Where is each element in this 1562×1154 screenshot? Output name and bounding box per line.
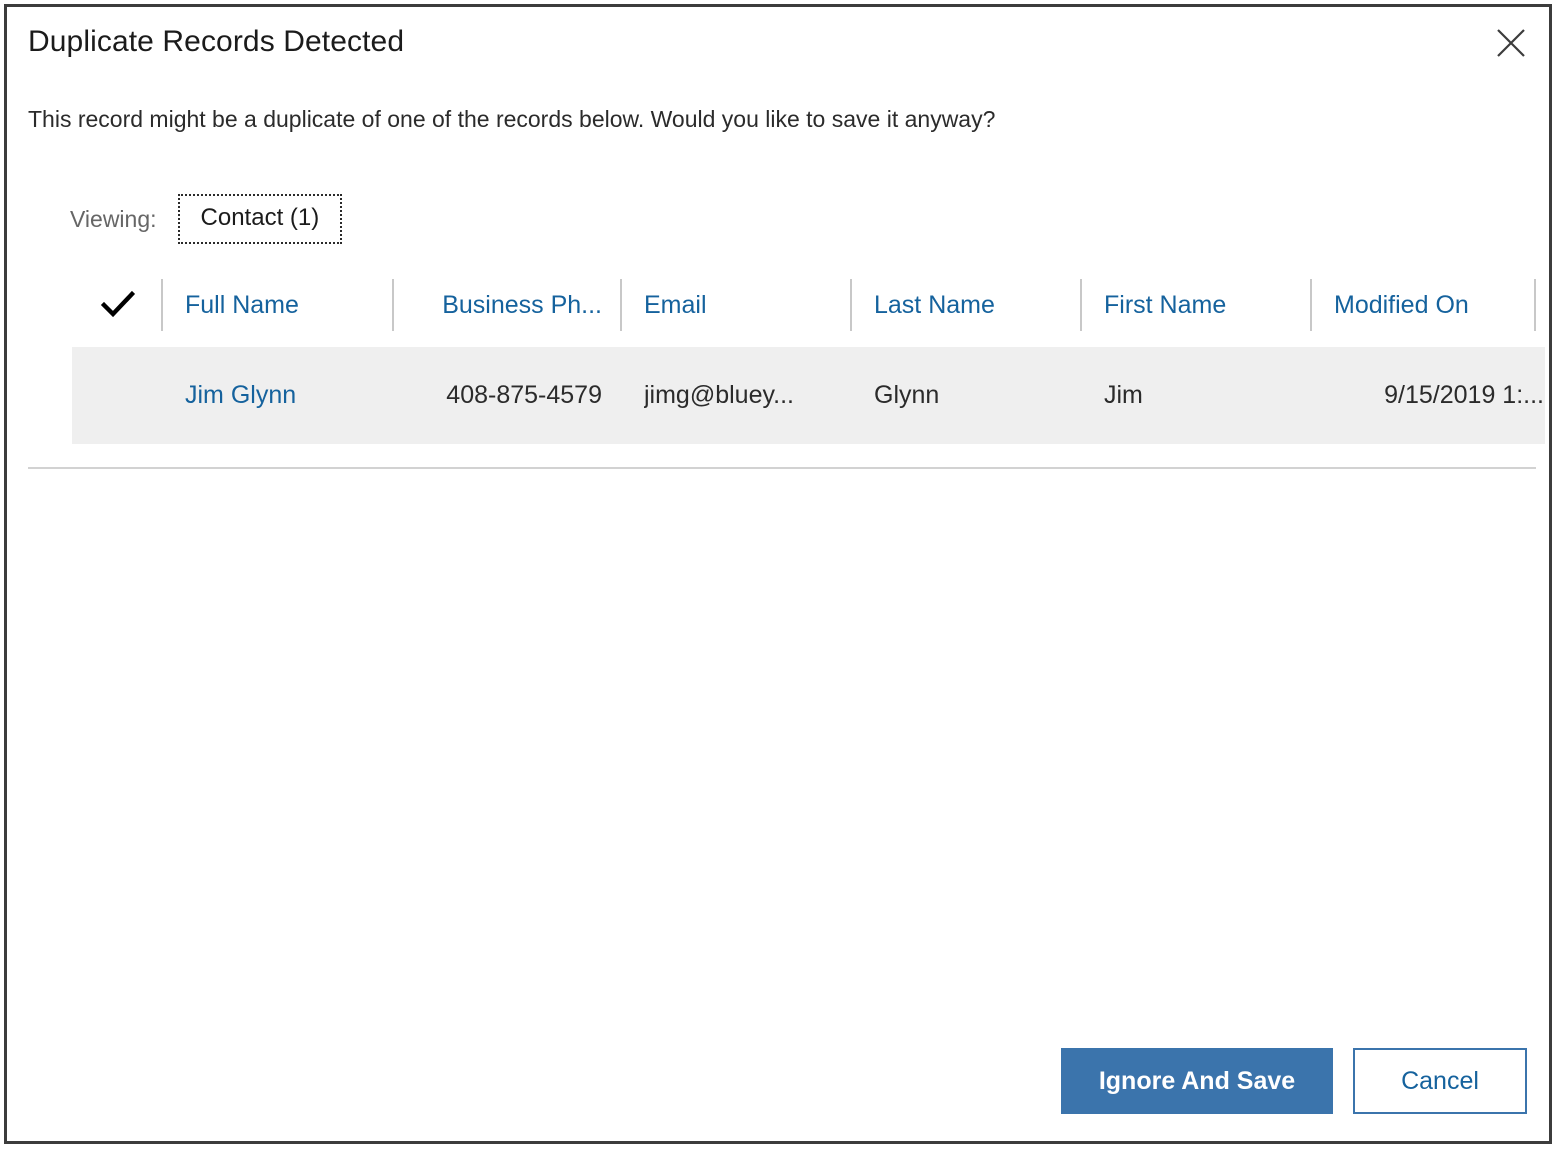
column-header-modified-on[interactable]: Modified On xyxy=(1334,271,1534,339)
tab-contact[interactable]: Contact (1) xyxy=(177,194,343,244)
cell-modified-on: 9/15/2019 1:... xyxy=(1384,381,1544,409)
column-header-business-phone[interactable]: Business Ph... xyxy=(412,271,602,339)
duplicate-records-dialog: Duplicate Records Detected This record m… xyxy=(4,4,1552,1144)
column-header-email[interactable]: Email xyxy=(644,271,844,339)
dialog-description: This record might be a duplicate of one … xyxy=(28,106,996,132)
cell-full-name[interactable]: Jim Glynn xyxy=(185,347,385,444)
cell-business-phone: 408-875-4579 xyxy=(446,381,602,409)
grid-bottom-divider xyxy=(28,467,1536,469)
dialog-title: Duplicate Records Detected xyxy=(28,25,405,58)
column-divider xyxy=(1310,279,1312,331)
column-header-last-name[interactable]: Last Name xyxy=(874,271,1074,339)
cell-email: jimg@bluey... xyxy=(644,381,794,409)
column-divider xyxy=(850,279,852,331)
dialog-footer: Ignore And Save Cancel xyxy=(1061,1048,1527,1114)
cell-first-name: Jim xyxy=(1104,381,1143,409)
column-header-first-name[interactable]: First Name xyxy=(1104,271,1304,339)
grid-header-row: Full Name Business Ph... Email Last Name… xyxy=(28,271,1536,339)
cell-last-name: Glynn xyxy=(874,381,940,409)
close-icon[interactable] xyxy=(1488,20,1534,66)
column-divider xyxy=(161,279,163,331)
ignore-and-save-button[interactable]: Ignore And Save xyxy=(1061,1048,1333,1114)
column-divider xyxy=(1080,279,1082,331)
table-row[interactable]: Jim Glynn 408-875-4579 jimg@bluey... Gly… xyxy=(72,347,1545,444)
column-divider xyxy=(1534,279,1536,331)
column-divider xyxy=(620,279,622,331)
cancel-button[interactable]: Cancel xyxy=(1353,1048,1527,1114)
duplicates-grid: Full Name Business Ph... Email Last Name… xyxy=(28,271,1545,469)
column-header-full-name[interactable]: Full Name xyxy=(185,271,385,339)
viewing-row: Viewing: Contact (1) xyxy=(70,190,343,248)
select-all-checkmark-icon[interactable] xyxy=(92,271,144,339)
viewing-label: Viewing: xyxy=(70,205,157,232)
column-divider xyxy=(392,279,394,331)
